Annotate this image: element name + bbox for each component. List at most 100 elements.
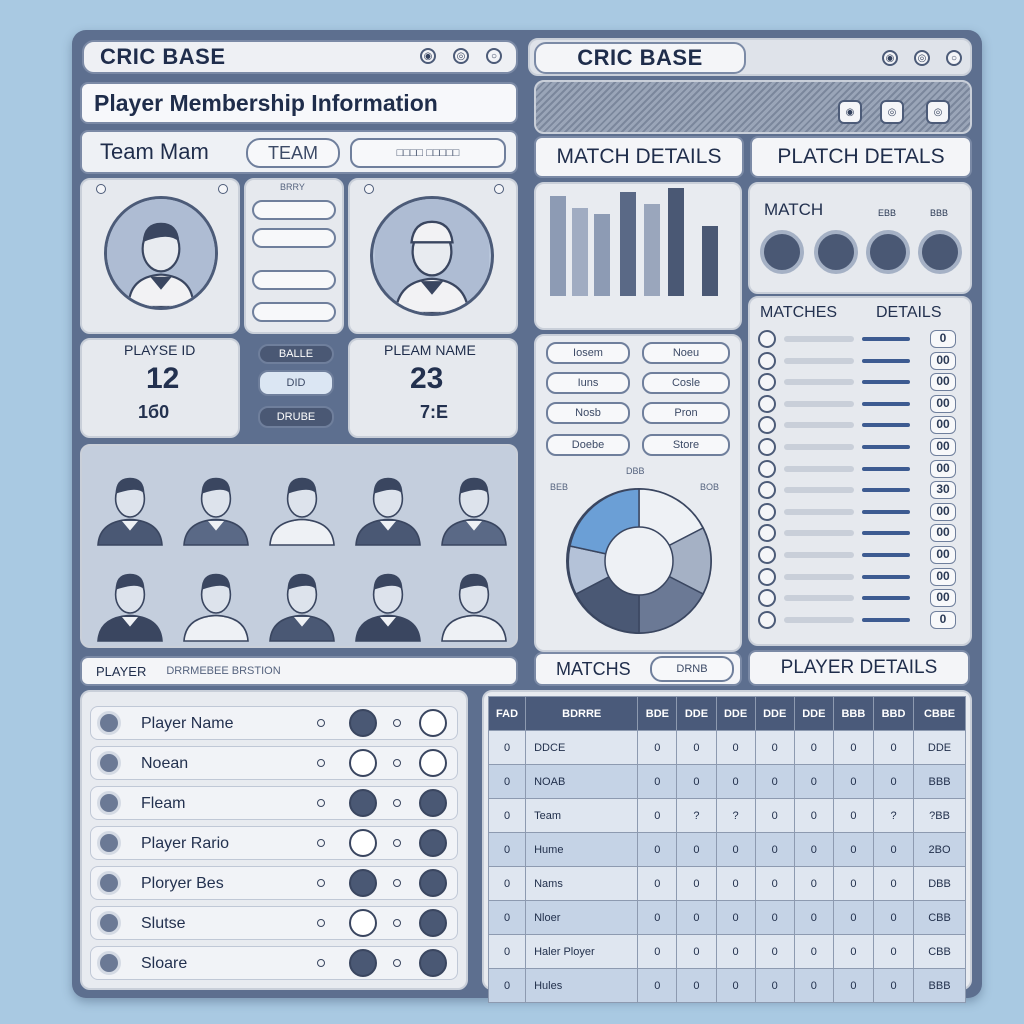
player-thumbnail[interactable] <box>176 462 256 548</box>
row-icon[interactable] <box>97 751 121 775</box>
player-list-row[interactable]: Player Name <box>90 706 458 740</box>
match-row[interactable]: 00 <box>758 502 964 521</box>
match-row-icon[interactable] <box>758 394 776 413</box>
table-header-cell[interactable]: DDE <box>676 696 717 731</box>
table-header-cell[interactable]: BBB <box>832 696 874 731</box>
mid-menu-item[interactable] <box>252 200 336 220</box>
row-icon[interactable] <box>97 871 121 895</box>
team-button[interactable]: TEAM <box>246 138 340 168</box>
row-action-icon[interactable] <box>419 749 447 777</box>
match-row-icon[interactable] <box>758 459 776 478</box>
row-icon[interactable] <box>97 711 121 735</box>
player-thumbnail[interactable] <box>262 462 342 548</box>
toggle-icon[interactable]: ◎ <box>880 100 904 124</box>
chart-button[interactable]: Iuns <box>546 372 630 394</box>
table-row[interactable]: 0 DDCE 0 0 0 0 0 0 0 DDE <box>487 730 966 765</box>
dial-icon[interactable] <box>760 230 804 274</box>
table-header-cell[interactable]: BDE <box>637 696 678 731</box>
row-toggle-icon[interactable] <box>349 749 377 777</box>
minimize-icon[interactable]: ◎ <box>914 50 930 66</box>
player-list-row[interactable]: Sloare <box>90 946 458 980</box>
toggle-icon[interactable]: ◉ <box>838 100 862 124</box>
match-row-icon[interactable] <box>758 351 776 370</box>
row-toggle-icon[interactable] <box>349 829 377 857</box>
table-header-cell[interactable]: BBD <box>872 696 915 731</box>
toggle-icon[interactable]: ◎ <box>926 100 950 124</box>
row-toggle-icon[interactable] <box>349 869 377 897</box>
match-row[interactable]: 00 <box>758 394 964 413</box>
player-thumbnail[interactable] <box>262 558 342 644</box>
table-header-cell[interactable]: FAD <box>487 696 527 731</box>
match-row-icon[interactable] <box>758 481 776 500</box>
table-header-cell[interactable]: BDRRE <box>525 696 639 731</box>
row-action-icon[interactable] <box>419 709 447 737</box>
info-icon[interactable]: ◉ <box>420 48 436 64</box>
player-thumbnail[interactable] <box>348 462 428 548</box>
row-action-icon[interactable] <box>419 789 447 817</box>
table-row[interactable]: 0 Hules 0 0 0 0 0 0 0 BBB <box>487 968 966 1003</box>
match-row[interactable]: 00 <box>758 524 964 543</box>
match-row-icon[interactable] <box>758 546 776 564</box>
chart-button[interactable]: Noeu <box>642 342 730 364</box>
match-row[interactable]: 00 <box>758 546 964 564</box>
player-list-row[interactable]: Noean <box>90 746 458 780</box>
table-row[interactable]: 0 NOAB 0 0 0 0 0 0 0 BBB <box>487 764 966 799</box>
row-action-icon[interactable] <box>419 869 447 897</box>
player-list-row[interactable]: Ploryer Bes <box>90 866 458 900</box>
match-row[interactable]: 00 <box>758 351 964 370</box>
table-header-cell[interactable]: DDE <box>754 696 795 731</box>
mid-button-1[interactable]: BALLE <box>258 344 334 364</box>
matchs-button[interactable]: DRNB <box>650 656 734 682</box>
row-action-icon[interactable] <box>419 949 447 977</box>
player-list-row[interactable]: Slutse <box>90 906 458 940</box>
dial-icon[interactable] <box>814 230 858 274</box>
match-row-icon[interactable] <box>758 567 776 586</box>
match-row-icon[interactable] <box>758 373 776 392</box>
mid-menu-item[interactable] <box>252 228 336 248</box>
table-header-cell[interactable]: DDE <box>793 696 834 731</box>
row-toggle-icon[interactable] <box>349 709 377 737</box>
player-list-row[interactable]: Fleam <box>90 786 458 820</box>
chart-button[interactable]: Doebe <box>546 434 630 456</box>
table-header-cell[interactable]: CBBE <box>913 696 966 731</box>
match-row-icon[interactable] <box>758 438 776 456</box>
row-icon[interactable] <box>97 791 121 815</box>
match-row[interactable]: 00 <box>758 438 964 456</box>
search-icon[interactable]: ◎ <box>453 48 469 64</box>
row-action-icon[interactable] <box>419 909 447 937</box>
player-thumbnail[interactable] <box>90 558 170 644</box>
match-row-icon[interactable] <box>758 330 776 348</box>
chart-button[interactable]: Iosem <box>546 342 630 364</box>
table-row[interactable]: 0 Team 0?? 0 0 0? ?BB <box>487 798 966 833</box>
table-row[interactable]: 0 Nams 0 0 0 0 0 0 0 DBB <box>487 866 966 901</box>
row-icon[interactable] <box>97 831 121 855</box>
mid-button-2[interactable]: DID <box>258 370 334 396</box>
match-row[interactable]: 0 <box>758 610 964 629</box>
table-row[interactable]: 0 Haler Ployer 0 0 0 0 0 0 0 CBB <box>487 934 966 969</box>
match-row-icon[interactable] <box>758 589 776 608</box>
team-field[interactable]: □□□□ □□□□□ <box>350 138 506 168</box>
record-icon[interactable]: ○ <box>486 48 502 64</box>
match-row[interactable]: 00 <box>758 567 964 586</box>
chart-button[interactable]: Nosb <box>546 402 630 424</box>
table-header-cell[interactable]: DDE <box>715 696 756 731</box>
player-thumbnail[interactable] <box>434 462 514 548</box>
row-icon[interactable] <box>97 911 121 935</box>
mid-menu-item[interactable] <box>252 270 336 290</box>
match-row-icon[interactable] <box>758 416 776 435</box>
match-row[interactable]: 00 <box>758 459 964 478</box>
table-row[interactable]: 0 Hume 0 0 0 0 0 0 0 2BO <box>487 832 966 867</box>
match-row-icon[interactable] <box>758 502 776 521</box>
chart-button[interactable]: Pron <box>642 402 730 424</box>
table-row[interactable]: 0 Nloer 0 0 0 0 0 0 0 CBB <box>487 900 966 935</box>
player-thumbnail[interactable] <box>434 558 514 644</box>
chart-button[interactable]: Cosle <box>642 372 730 394</box>
match-row[interactable]: 00 <box>758 589 964 608</box>
player-thumbnail[interactable] <box>348 558 428 644</box>
tab-match-details[interactable]: MATCH DETAILS <box>534 136 744 178</box>
tab-player-details[interactable]: PLAYER DETAILS <box>748 650 970 686</box>
player-tab-bar[interactable]: PLAYER DRRMEBEE BRSTION <box>80 656 518 686</box>
match-row-icon[interactable] <box>758 524 776 543</box>
row-toggle-icon[interactable] <box>349 949 377 977</box>
close-icon[interactable]: ○ <box>946 50 962 66</box>
